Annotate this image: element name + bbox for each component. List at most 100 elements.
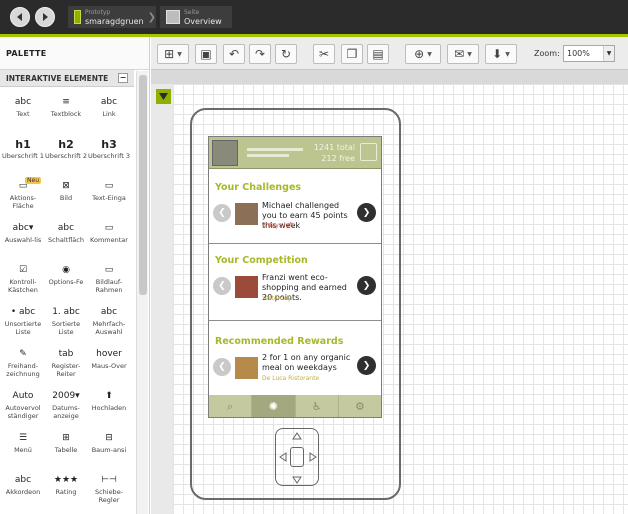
previous-button[interactable]: ❮ — [213, 358, 231, 376]
palette-item-label: Überschrift 3 — [87, 153, 131, 160]
next-button[interactable]: ❯ — [357, 203, 376, 222]
arrow-left-icon — [17, 13, 22, 21]
previous-button[interactable]: ❮ — [213, 277, 231, 295]
page-icon — [166, 10, 180, 24]
back-button[interactable] — [10, 7, 30, 27]
sidebar-scrollbar[interactable] — [136, 71, 148, 514]
tab-settings[interactable]: ⚙ — [339, 395, 381, 417]
palette-item[interactable]: ⊢⊣ Schiebe-Regler — [89, 471, 129, 513]
palette-item[interactable]: Auto Autovervol ständiger — [3, 387, 43, 429]
arrow-right-icon — [43, 13, 48, 21]
challenges-section: Your Challenges ❮ Michael challenged you… — [209, 169, 381, 244]
palette-item[interactable]: ▭ Aktions-Fläche Neu — [3, 177, 43, 219]
section-title: Your Challenges — [215, 182, 302, 193]
palette-item[interactable]: h2 Überschrift 2 — [45, 135, 87, 177]
download-menu-button[interactable]: ⬇ ▼ — [485, 44, 517, 64]
palette-item[interactable]: ▭ Kommentar — [89, 219, 129, 261]
undo-button[interactable]: ↶ — [223, 44, 245, 64]
save-button[interactable]: ▣ — [195, 44, 217, 64]
breadcrumb-page[interactable]: Seite Overview — [160, 6, 232, 28]
phone-tab-bar: ⌕ ✺ ♿ ⚙ — [209, 395, 381, 417]
palette-item[interactable]: h3 Überschrift 3 — [87, 135, 131, 177]
palette-item[interactable]: ◉ Options-Fe — [46, 261, 86, 303]
bike-icon: ♿ — [311, 400, 322, 413]
palette-item-label: Aktions-Fläche — [9, 195, 37, 210]
palette-item[interactable]: • abc Unsortierte Liste — [3, 303, 43, 345]
breadcrumb-prototype-label: smaragdgruen — [84, 17, 144, 26]
palette-item-icon: 2009▾ — [52, 391, 80, 401]
palette-sidebar: PALETTE INTERAKTIVE ELEMENTE − abc Text ≡ T… — [0, 37, 150, 514]
palette-item[interactable]: ★★★ Rating — [46, 471, 86, 513]
palette-item[interactable]: ▭ Bildlauf-Rahmen — [89, 261, 129, 303]
scrollbar-thumb[interactable] — [139, 75, 147, 295]
palette-item[interactable]: abc Text — [3, 93, 43, 135]
breadcrumb-prototype[interactable]: Prototyp smaragdgruen ❯ — [68, 6, 156, 28]
palette-item[interactable]: h1 Überschrift 1 — [2, 135, 44, 177]
palette-item-icon: h2 — [58, 137, 74, 151]
palette-item-label: Maus-Over — [91, 363, 127, 370]
previous-button[interactable]: ❮ — [213, 204, 231, 222]
palette-item[interactable]: 2009▾ Datums-anzeige — [46, 387, 86, 429]
tab-eco[interactable]: ✺ — [252, 395, 296, 417]
palette-item-label: Text-Einga — [92, 195, 126, 202]
paste-button[interactable]: ▤ — [367, 44, 389, 64]
palette-item[interactable]: ▭ Text-Einga — [89, 177, 129, 219]
globe-menu-button[interactable]: ⊕ ▼ — [405, 44, 441, 64]
section-header-interactive[interactable]: INTERAKTIVE ELEMENTE − — [0, 70, 134, 87]
add-page-icon: ⊞ — [164, 47, 175, 61]
cut-button[interactable]: ✂ — [313, 44, 335, 64]
palette-item-label: Options-Fe — [48, 279, 84, 286]
palette-item[interactable]: abc Schaltfläch — [46, 219, 86, 261]
palette-item[interactable]: abc Akkordeon — [3, 471, 43, 513]
refresh-button[interactable]: ↻ — [275, 44, 297, 64]
add-page-button[interactable]: ⊞ ▼ — [157, 44, 189, 64]
caret-down-icon: ▼ — [177, 50, 182, 58]
redo-icon: ↷ — [254, 47, 266, 61]
palette-item[interactable]: abc Mehrfach-Auswahl — [89, 303, 129, 345]
undo-icon: ↶ — [228, 47, 240, 61]
redo-button[interactable]: ↷ — [249, 44, 271, 64]
tab-activities[interactable]: ♿ — [296, 395, 339, 417]
palette-item[interactable]: ≡ Textblock — [46, 93, 86, 135]
palette-item[interactable]: ⊞ Tabelle — [46, 429, 86, 471]
phone-dpad[interactable] — [275, 428, 319, 486]
cart-icon[interactable] — [360, 143, 377, 161]
palette-item-label: Schaltfläch — [48, 237, 84, 244]
palette-item-label: Unsortierte Liste — [4, 321, 42, 336]
collapse-button[interactable]: − — [118, 73, 128, 83]
palette-item[interactable]: ☰ Menü — [3, 429, 43, 471]
palette-item[interactable]: 1. abc Sortierte Liste — [46, 303, 86, 345]
next-button[interactable]: ❯ — [357, 276, 376, 295]
avatar[interactable] — [212, 140, 238, 166]
page-marker-button[interactable] — [156, 89, 171, 104]
status-bar: 1241 total 212 free — [209, 137, 381, 169]
palette-item[interactable]: abc▾ Auswahl-lis — [3, 219, 43, 261]
forward-button[interactable] — [35, 7, 55, 27]
palette-item[interactable]: ⊠ Bild — [46, 177, 86, 219]
competition-section: Your Competition ❮ Franzi went eco-shopp… — [209, 245, 381, 321]
phone-screen[interactable]: 1241 total 212 free Your Challenges ❮ Mi… — [208, 136, 382, 418]
palette-item[interactable]: ✎ Freihand-zeichnung — [3, 345, 43, 387]
palette-item[interactable]: hover Maus-Over — [89, 345, 129, 387]
mail-menu-button[interactable]: ✉ ▼ — [447, 44, 479, 64]
scissors-icon: ✂ — [318, 47, 330, 61]
gears-icon: ⚙ — [354, 400, 365, 413]
palette-item[interactable]: abc Link — [89, 93, 129, 135]
tab-search[interactable]: ⌕ — [209, 395, 253, 417]
palette-item-label: Mehrfach-Auswahl — [92, 321, 126, 336]
palette-item[interactable]: tab Register-Reiter — [46, 345, 86, 387]
progress-bar-line — [247, 148, 303, 151]
palette-item[interactable]: ⬆ Hochladen — [89, 387, 129, 429]
next-button[interactable]: ❯ — [357, 356, 376, 375]
palette-grid: abc Text ≡ Textblock abc Link h1 Überschrift 1h… — [0, 93, 134, 513]
palette-item[interactable]: ⊟ Baum-ansi — [89, 429, 129, 471]
palette-item-label: Sortierte Liste — [51, 321, 81, 336]
palette-item[interactable]: ☑ Kontroll-Kästchen — [3, 261, 43, 303]
section-title: INTERAKTIVE ELEMENTE — [6, 73, 109, 83]
rewards-section: Recommended Rewards ❮ 2 for 1 on any org… — [209, 322, 381, 395]
zoom-select[interactable]: 100% ▼ — [563, 45, 615, 62]
palette-item-label: Menü — [14, 447, 32, 454]
palette-item-icon: abc — [14, 475, 32, 485]
copy-icon: ❐ — [346, 47, 358, 61]
copy-button[interactable]: ❐ — [341, 44, 363, 64]
